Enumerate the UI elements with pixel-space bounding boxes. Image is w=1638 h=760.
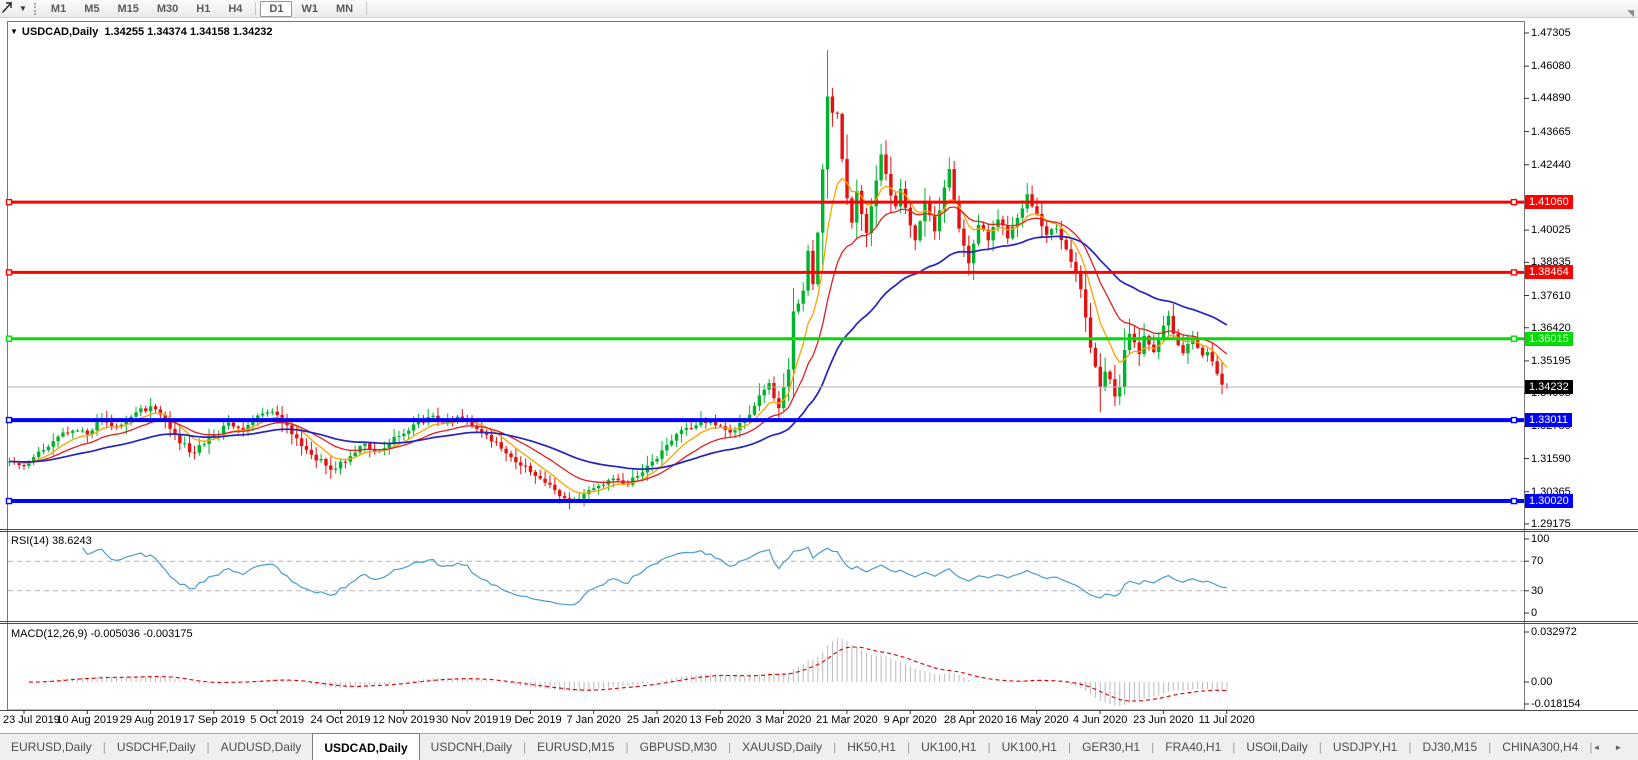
tab-fra40-h1[interactable]: FRA40,H1 <box>1154 734 1232 760</box>
date-axis-label: 19 Dec 2019 <box>499 714 562 726</box>
candles-layer <box>8 49 1229 510</box>
tab-scroll-buttons: ◄ ► <box>1592 734 1638 760</box>
chart-tab-bar: EURUSD,Daily | USDCHF,Daily | AUDUSD,Daily US… <box>0 733 1638 760</box>
tab-uk100-h1[interactable]: UK100,H1 <box>910 734 987 760</box>
rsi-axis-tick-label: 100 <box>1531 533 1550 545</box>
macd-axis-tick-label: 0.032972 <box>1531 626 1577 638</box>
terminal-window: ▼ M1 M5 M15 M30 H1 H4 D1 W1 MN ▼ USDCAD,Daily 1.34… <box>0 0 1638 760</box>
plot-border <box>7 21 1525 711</box>
current-price-tag: 1.34232 <box>1525 380 1573 394</box>
date-axis-label: 25 Jan 2020 <box>626 714 688 726</box>
level-price-tag[interactable]: 1.41060 <box>1525 195 1573 210</box>
level-line-1.41060[interactable] <box>5 198 1525 206</box>
tab-dj30-m15[interactable]: DJ30,M15 <box>1411 734 1488 760</box>
level-price-tag[interactable]: 1.33011 <box>1525 413 1572 428</box>
date-axis-label: 28 Apr 2020 <box>943 714 1004 726</box>
ma-line-8 <box>9 177 1228 494</box>
chart-dropdown-icon[interactable]: ▼ <box>10 27 18 36</box>
level-line-1.30020[interactable] <box>5 497 1525 505</box>
date-axis-label: 4 Jun 2020 <box>1072 714 1128 726</box>
chart-symbol-period: USDCAD,Daily <box>21 26 99 38</box>
date-axis-label: 23 Jul 2019 <box>3 714 60 726</box>
tab-hk50-h1[interactable]: HK50,H1 <box>836 734 907 760</box>
date-axis-label: 16 May 2020 <box>1004 714 1069 726</box>
date-axis-label: 10 Aug 2019 <box>56 714 119 726</box>
price-axis-tick-label: 1.37610 <box>1531 289 1571 302</box>
tab-scroll-left-icon[interactable]: ◄ <box>1592 743 1600 752</box>
chart-plot-area[interactable] <box>0 0 1638 760</box>
price-axis-tick-label: 1.43665 <box>1531 125 1571 138</box>
macd-signal-line <box>28 646 1227 702</box>
date-axis-label: 30 Nov 2019 <box>435 714 499 726</box>
level-line-1.33011[interactable] <box>5 416 1525 424</box>
level-price-tag[interactable]: 1.30020 <box>1525 494 1573 509</box>
date-axis-label: 17 Sep 2019 <box>182 714 246 726</box>
tab-usdcnh-daily[interactable]: USDCNH,Daily <box>420 734 523 760</box>
tab-usdcad-daily[interactable]: USDCAD,Daily <box>312 733 420 760</box>
price-axis-tick-label: 1.40025 <box>1531 224 1571 237</box>
date-axis-label: 9 Apr 2020 <box>883 714 937 726</box>
date-axis-label: 29 Aug 2019 <box>119 714 182 726</box>
chart-title: ▼ USDCAD,Daily 1.34255 1.34374 1.34158 1.3… <box>10 26 273 38</box>
date-axis-label: 12 Nov 2019 <box>372 714 435 726</box>
tab-gbpusd-m30[interactable]: GBPUSD,M30 <box>629 734 728 760</box>
tab-eurusd-daily[interactable]: EURUSD,Daily <box>0 734 103 760</box>
rsi-line <box>82 546 1227 606</box>
date-axis-label: 23 Jun 2020 <box>1133 714 1194 726</box>
tab-usoil-daily[interactable]: USOil,Daily <box>1235 734 1318 760</box>
macd-histogram <box>18 638 1228 707</box>
date-axis-label: 11 Jul 2020 <box>1198 714 1255 726</box>
tab-uk100-h1[interactable]: UK100,H1 <box>991 734 1068 760</box>
rsi-axis-tick-label: 70 <box>1531 555 1544 568</box>
date-axis-label: 13 Feb 2020 <box>689 714 752 726</box>
rsi-indicator-label: RSI(14) 38.6243 <box>11 535 92 547</box>
price-axis-tick-label: 1.31590 <box>1531 452 1571 465</box>
macd-axis-tick-label: 0.00 <box>1531 676 1553 688</box>
tab-ger30-h1[interactable]: GER30,H1 <box>1071 734 1151 760</box>
rsi-axis-tick-label: 0 <box>1531 607 1538 619</box>
tab-scroll-right-icon[interactable]: ► <box>1614 743 1622 752</box>
macd-indicator-label: MACD(12,26,9) -0.005036 -0.003175 <box>11 628 193 640</box>
ma-line-18 <box>9 206 1228 484</box>
price-axis-tick-label: 1.44890 <box>1531 92 1571 105</box>
tab-audusd-daily[interactable]: AUDUSD,Daily <box>210 734 313 760</box>
price-axis-tick-label: 1.46080 <box>1531 60 1571 73</box>
price-axis-tick-label: 1.47305 <box>1531 26 1571 39</box>
date-axis-label: 3 Mar 2020 <box>755 714 812 726</box>
date-axis-label: 7 Jan 2020 <box>566 714 621 726</box>
tab-china300-h4[interactable]: CHINA300,H4 <box>1491 734 1589 760</box>
price-axis-tick-label: 1.42440 <box>1531 158 1571 171</box>
macd-axis-tick-label: -0.018154 <box>1531 698 1581 710</box>
tab-usdjpy-h1[interactable]: USDJPY,H1 <box>1322 734 1408 760</box>
chart-scroll-corner-icon[interactable]: ◥ <box>1627 8 1634 19</box>
rsi-axis-tick-label: 30 <box>1531 584 1544 597</box>
level-price-tag[interactable]: 1.36015 <box>1525 331 1573 346</box>
chart-ohlc-values: 1.34255 1.34374 1.34158 1.34232 <box>104 26 273 38</box>
level-line-1.38464[interactable] <box>5 269 1525 276</box>
date-axis-label: 24 Oct 2019 <box>310 714 371 726</box>
tab-xauusd-daily[interactable]: XAUUSD,Daily <box>731 734 833 760</box>
tab-usdchf-daily[interactable]: USDCHF,Daily <box>106 734 207 760</box>
price-axis-tick-label: 1.35195 <box>1531 354 1571 367</box>
date-axis-label: 21 Mar 2020 <box>816 714 878 726</box>
price-axis-tick-label: 1.29175 <box>1531 517 1571 530</box>
level-line-1.36015[interactable] <box>5 335 1525 342</box>
level-price-tag[interactable]: 1.38464 <box>1525 265 1573 280</box>
date-axis-label: 5 Oct 2019 <box>250 714 305 726</box>
tab-eurusd-m15[interactable]: EURUSD,M15 <box>526 734 625 760</box>
